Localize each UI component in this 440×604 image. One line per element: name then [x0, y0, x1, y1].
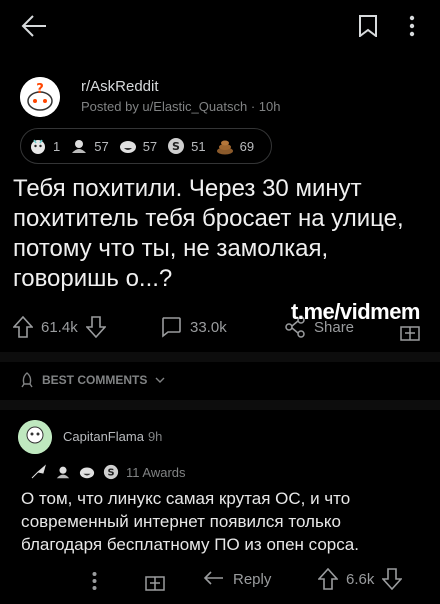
- subreddit-name[interactable]: r/AskReddit: [81, 78, 159, 95]
- comment-vote-group: 6.6k: [318, 568, 403, 590]
- subreddit-avatar[interactable]: ?: [20, 77, 60, 117]
- give-award-icon[interactable]: [143, 568, 167, 592]
- award-haha: 57: [119, 137, 157, 155]
- poop-icon: [216, 140, 233, 155]
- reply-icon: [203, 571, 223, 585]
- comment-text: О том, что линукс самая крутая ОС, и что…: [21, 489, 359, 554]
- post-meta: Posted by u/Elastic_Quatsch · 10h: [81, 99, 281, 114]
- rocket-award-icon: [31, 464, 46, 479]
- haha-icon: [119, 141, 136, 153]
- downvote-icon[interactable]: [382, 568, 403, 590]
- comment-sort[interactable]: BEST COMMENTS: [20, 372, 165, 388]
- haha-icon: [79, 467, 95, 479]
- top-bar: [0, 0, 440, 52]
- divider: [0, 400, 440, 410]
- username[interactable]: CapitanFlama: [63, 429, 144, 444]
- wholesome-icon: [31, 139, 45, 154]
- award-count: 1: [53, 138, 61, 154]
- back-arrow-icon[interactable]: [18, 10, 50, 42]
- chevron-down-icon: [155, 377, 165, 383]
- comments-button[interactable]: 33.0k: [160, 316, 227, 338]
- divider: [0, 352, 440, 362]
- sort-label: BEST COMMENTS: [42, 373, 148, 387]
- comment-icon: [162, 317, 181, 338]
- reply-button[interactable]: Reply: [203, 570, 271, 588]
- award-poop: 69: [216, 137, 254, 155]
- awards-count-label: 11 Awards: [126, 464, 186, 480]
- comment-vote-count: 6.6k: [346, 570, 375, 588]
- watermark: t.me/vidmem: [291, 299, 421, 324]
- hugz-icon: [72, 140, 87, 153]
- more-options-icon[interactable]: [88, 568, 100, 594]
- rocket-icon: [21, 372, 33, 388]
- comment-author[interactable]: CapitanFlama 9h: [63, 429, 162, 444]
- award-count: 57: [94, 138, 109, 154]
- upvote-count: 61.4k: [41, 318, 78, 336]
- upvote-group: 61.4k: [13, 316, 106, 338]
- comment-count: 33.0k: [190, 318, 227, 336]
- svg-text:S: S: [172, 140, 180, 153]
- more-options-icon[interactable]: [404, 12, 420, 40]
- silver-icon: S: [103, 464, 119, 480]
- comment-time: 9h: [147, 429, 163, 444]
- hugz-icon: [56, 466, 70, 479]
- svg-text:?: ?: [36, 82, 44, 97]
- reply-label: Reply: [233, 570, 272, 588]
- post-header: ? r/AskReddit Posted by u/Elastic_Quatsc…: [20, 74, 420, 120]
- downvote-icon[interactable]: [85, 316, 106, 338]
- award-count: 51: [191, 138, 206, 154]
- award-count: 69: [239, 138, 255, 154]
- bookmark-icon[interactable]: [355, 12, 381, 40]
- silver-icon: S: [168, 138, 185, 154]
- award-silver: S 51: [167, 137, 206, 155]
- upvote-icon[interactable]: [13, 316, 33, 338]
- award-hugz: 57: [70, 137, 109, 155]
- award-count: 57: [142, 138, 158, 154]
- svg-text:S: S: [107, 468, 114, 479]
- comment-action-bar: Reply 6.6k: [0, 566, 440, 596]
- post-awards[interactable]: 1 57 57 S 51 69: [20, 128, 272, 164]
- upvote-icon[interactable]: [318, 568, 338, 590]
- comment-awards[interactable]: S 11 Awards: [30, 464, 186, 480]
- post-title: Тебя похитили. Через 30 минут похититель…: [13, 175, 404, 292]
- award-wholesome: 1: [29, 137, 60, 155]
- avatar[interactable]: [18, 420, 52, 454]
